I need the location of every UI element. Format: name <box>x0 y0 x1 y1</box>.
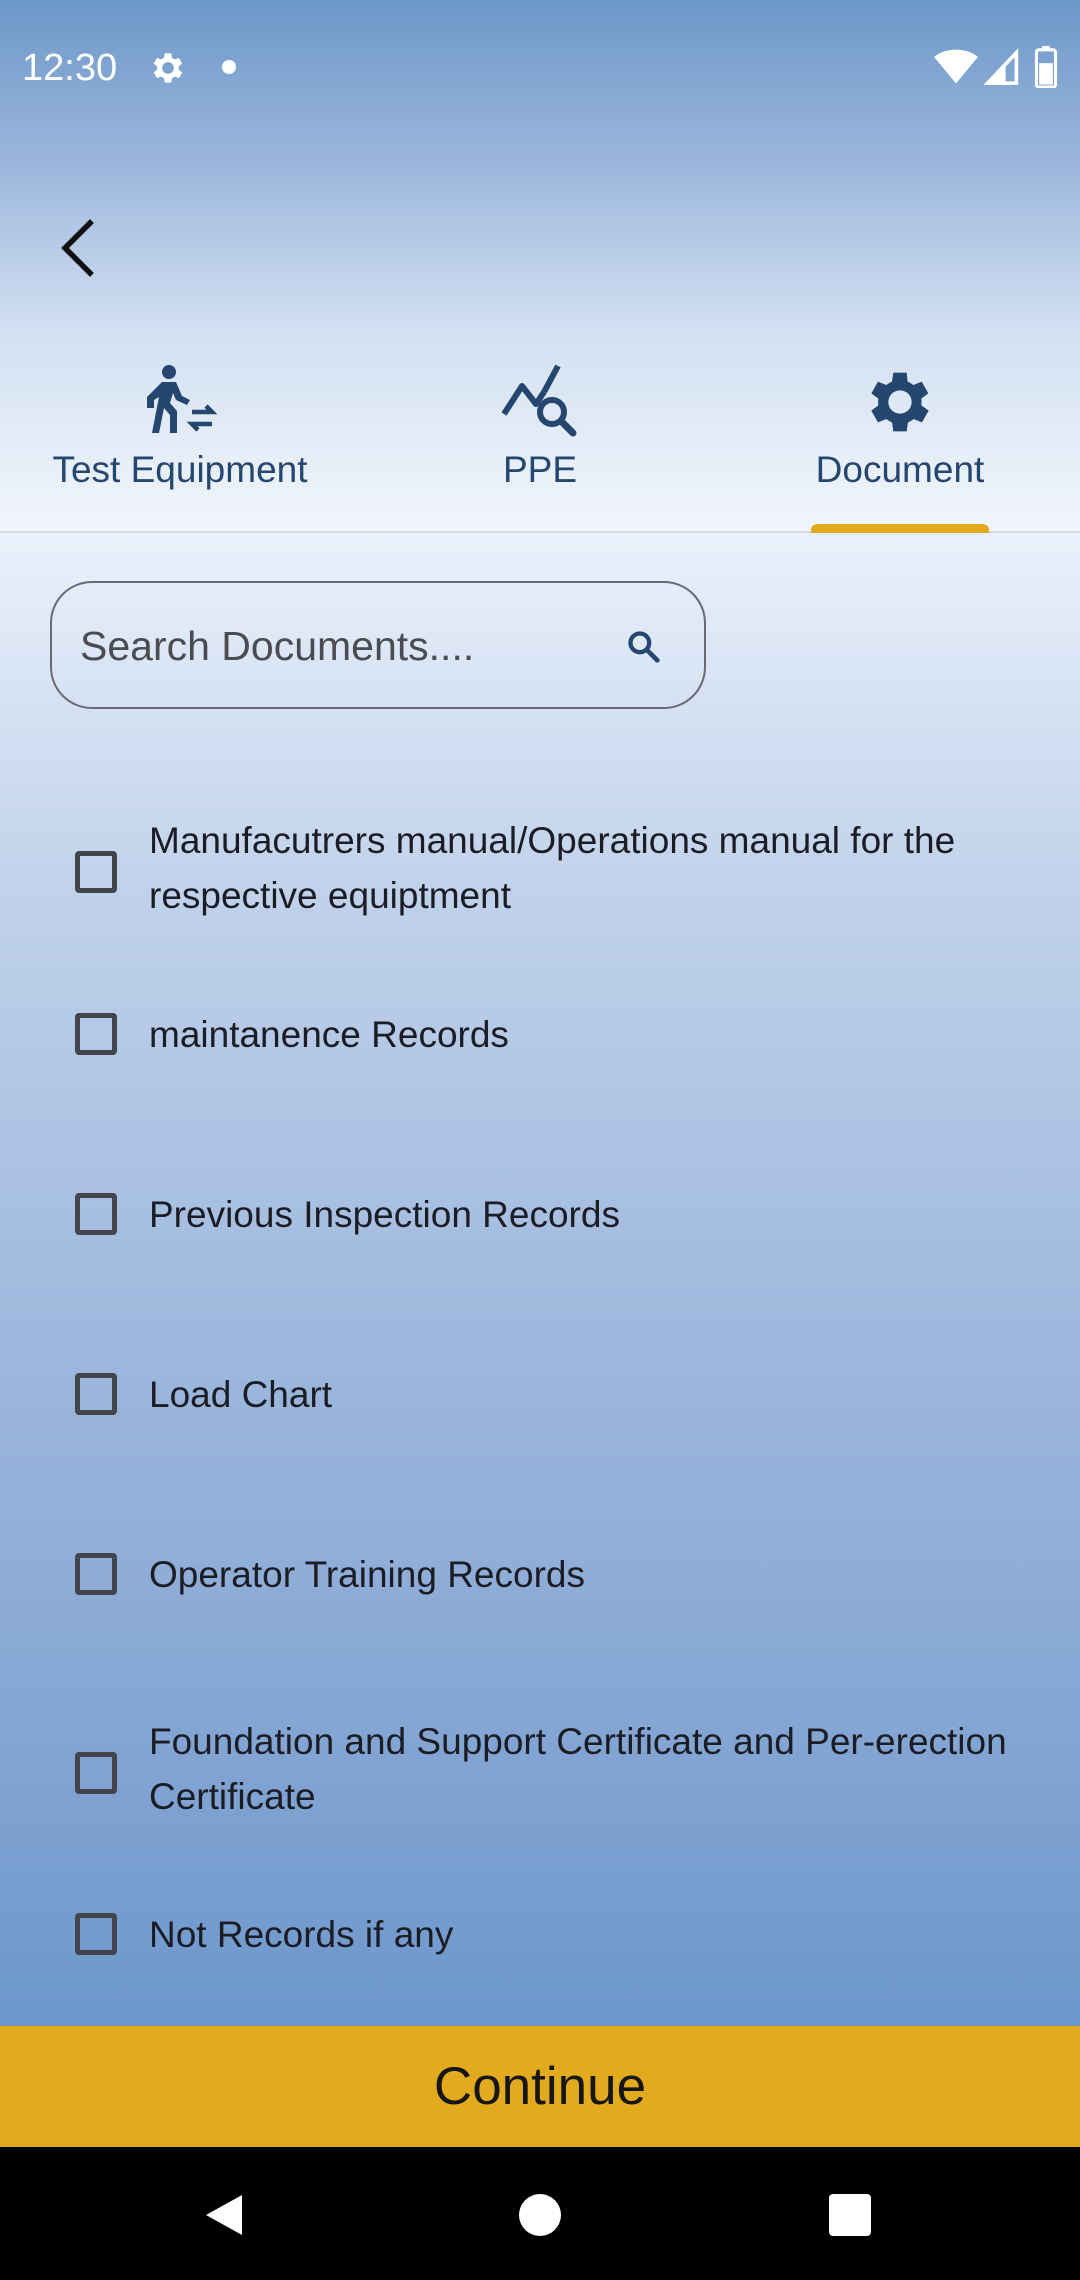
document-label: Not Records if any <box>149 1914 454 1955</box>
battery-icon <box>1034 46 1058 88</box>
document-item[interactable]: Manufacutrers manual/Operations manual f… <box>0 813 1080 933</box>
wifi-icon <box>934 49 978 84</box>
document-item[interactable]: Load Chart <box>0 1355 1080 1435</box>
tab-label: PPE <box>502 449 578 490</box>
continue-button[interactable]: Continue <box>0 2026 1080 2147</box>
tab-document[interactable]: Document <box>720 350 1080 532</box>
cell-signal-icon <box>984 48 1019 85</box>
search-input[interactable] <box>78 613 602 679</box>
gear-icon <box>871 372 929 432</box>
document-checkbox[interactable] <box>75 1373 117 1415</box>
search-icon[interactable] <box>624 627 664 667</box>
document-item[interactable]: Not Records if any <box>0 1895 1080 1975</box>
document-list-panel: Manufacutrers manual/Operations manual f… <box>0 533 1080 2026</box>
query-stats-icon <box>501 364 577 437</box>
nav-back-icon[interactable] <box>202 2191 246 2239</box>
document-label: Operator Training Records <box>149 1554 585 1595</box>
document-checkbox[interactable] <box>75 1913 117 1955</box>
document-label: Manufacutrers manual/Operations manual f… <box>149 820 956 916</box>
document-label: Load Chart <box>149 1374 333 1415</box>
search-box[interactable] <box>50 581 706 709</box>
tab-test-equipment[interactable]: Test Equipment <box>0 350 360 532</box>
document-checkbox[interactable] <box>75 1193 117 1235</box>
document-label: Previous Inspection Records <box>149 1194 620 1235</box>
notification-dot-icon <box>222 60 236 74</box>
tab-ppe[interactable]: PPE <box>360 350 720 532</box>
document-checkbox[interactable] <box>75 851 117 893</box>
status-time: 12:30 <box>22 47 118 89</box>
document-item[interactable]: Operator Training Records <box>0 1535 1080 1615</box>
document-checkbox[interactable] <box>75 1553 117 1595</box>
status-bar: 12:30 <box>0 0 1080 134</box>
system-nav-bar <box>0 2147 1080 2280</box>
document-checkbox[interactable] <box>75 1013 117 1055</box>
person-walking-swap-icon <box>147 365 218 433</box>
document-label: Foundation and Support Certificate and P… <box>149 1721 1007 1817</box>
back-button[interactable] <box>44 206 110 290</box>
nav-recents-icon[interactable] <box>829 2194 871 2236</box>
document-item[interactable]: Foundation and Support Certificate and P… <box>0 1714 1080 1834</box>
nav-home-icon[interactable] <box>519 2194 561 2236</box>
settings-icon <box>153 53 183 83</box>
document-item[interactable]: Previous Inspection Records <box>0 1175 1080 1255</box>
tab-label: Document <box>815 449 985 490</box>
document-label: maintanence Records <box>149 1014 509 1055</box>
tab-bar: Test Equipment PPE Document <box>0 350 1080 532</box>
tab-label: Test Equipment <box>52 449 308 490</box>
document-checkbox[interactable] <box>75 1752 117 1794</box>
document-item[interactable]: maintanence Records <box>0 995 1080 1075</box>
chevron-left-icon <box>61 219 94 277</box>
